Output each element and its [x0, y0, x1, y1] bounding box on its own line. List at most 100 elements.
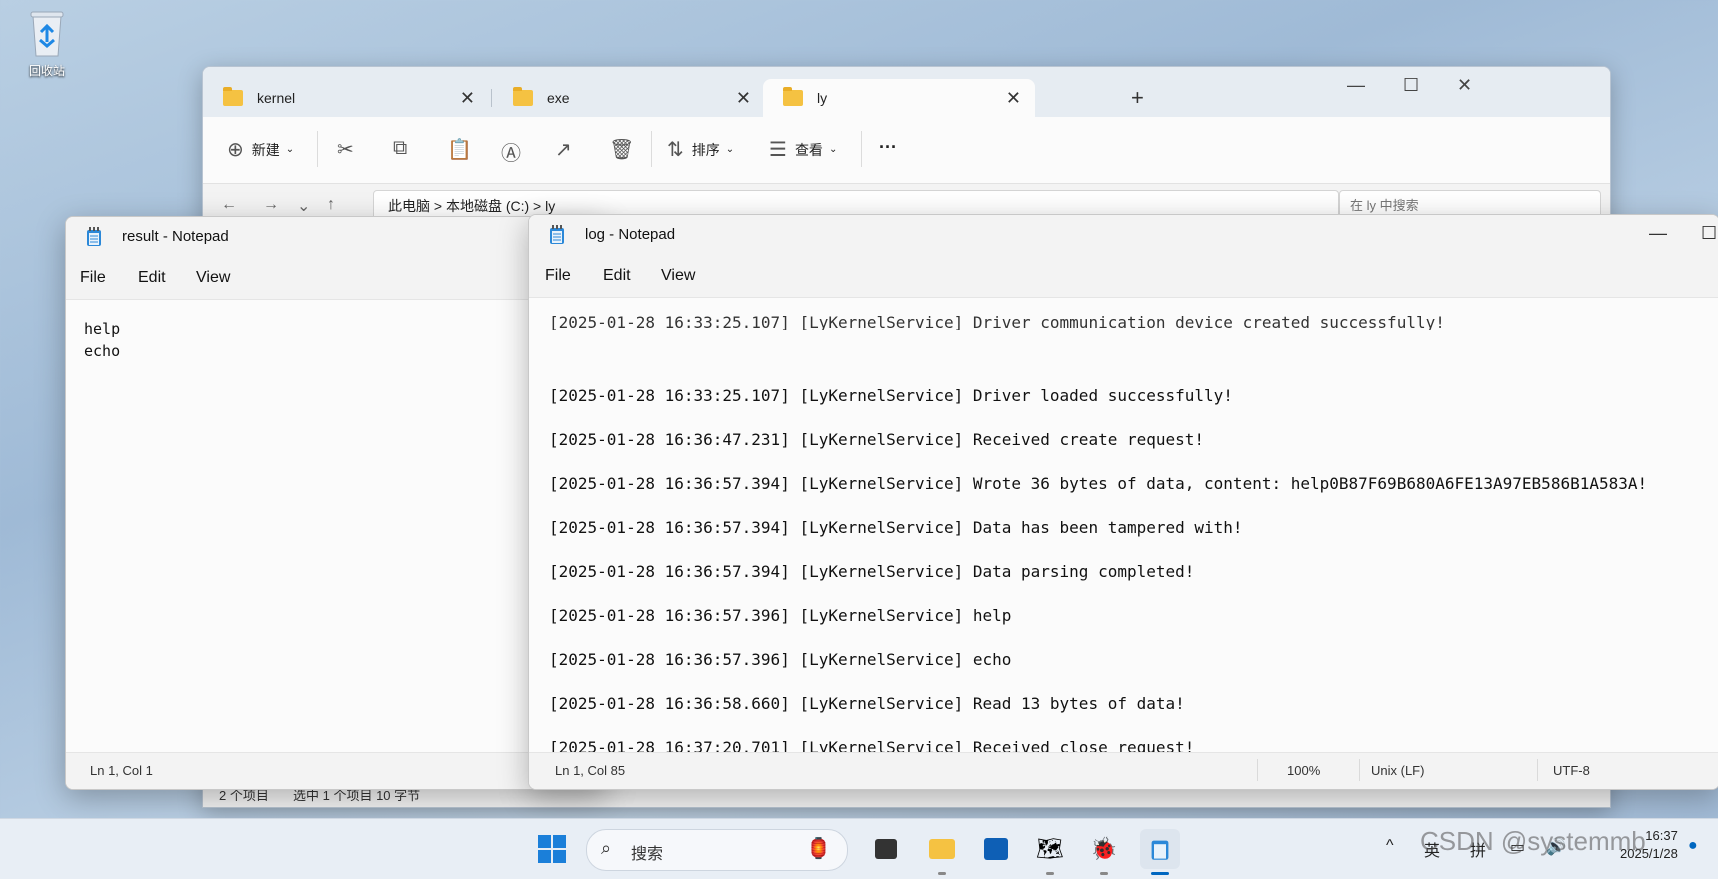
text-editor[interactable]: help echo	[66, 300, 606, 753]
plus-circle-icon: ⊕	[227, 139, 244, 161]
folder-icon	[513, 87, 533, 106]
new-tab-button[interactable]: +	[1131, 85, 1144, 111]
maximize-button[interactable]: ☐	[1701, 223, 1717, 244]
log-line-partial: [2025-01-28 16:33:25.107] [LyKernelServi…	[549, 316, 1445, 330]
share-icon: ↗	[555, 139, 572, 161]
running-indicator	[1046, 872, 1054, 875]
windows-logo-icon	[538, 835, 566, 863]
app-icon: 🗺	[1036, 836, 1064, 861]
start-button[interactable]	[532, 829, 572, 869]
list-view-icon: ☰	[769, 139, 787, 161]
sort-label: 排序	[691, 141, 720, 158]
taskbar-search[interactable]: ⌕ 搜索 🏮	[586, 829, 848, 871]
tab-label: kernel	[257, 90, 296, 106]
watermark: CSDN @systemmb	[1420, 826, 1646, 856]
close-tab-icon[interactable]: ✕	[736, 88, 751, 109]
window-title: log - Notepad	[585, 226, 676, 243]
minimize-button[interactable]: —	[1649, 223, 1667, 244]
line-ending[interactable]: Unix (LF)	[1371, 763, 1424, 778]
explorer-toolbar: ⊕ 新建 ⌄ ✂ ⧉ 📋 Ⓐ ↗ 🗑 ⇅ 排序 ⌄ ☰ 查看 ⌄ ···	[203, 117, 1610, 184]
toolbar-divider	[317, 131, 318, 167]
copy-button[interactable]: ⧉	[393, 137, 407, 160]
zoom-level[interactable]: 100%	[1287, 763, 1320, 778]
log-notepad-window: log - Notepad — ☐ File Edit View [2025-0…	[528, 214, 1718, 790]
explorer-tabbar: kernel ✕ exe ✕ ly ✕ + — ☐ ✕	[203, 67, 1610, 117]
tab-label: exe	[547, 90, 570, 106]
new-label: 新建	[251, 141, 280, 158]
tab-exe[interactable]: exe ✕	[493, 79, 765, 117]
minimize-button[interactable]: —	[1347, 75, 1365, 96]
view-button[interactable]: ☰ 查看 ⌄	[769, 137, 837, 162]
store-taskbar[interactable]	[976, 829, 1016, 869]
notepad-menubar: File Edit View	[66, 259, 606, 300]
share-button[interactable]: ↗	[555, 137, 572, 162]
task-view-icon	[875, 839, 897, 859]
task-view-button[interactable]	[866, 829, 906, 869]
log-line: [2025-01-28 16:36:57.396] [LyKernelServi…	[549, 650, 1012, 669]
back-arrow-icon[interactable]: ←	[221, 196, 237, 214]
tab-divider	[491, 89, 492, 107]
menu-file[interactable]: File	[545, 267, 571, 285]
view-label: 查看	[794, 141, 823, 158]
tab-label: ly	[817, 90, 828, 106]
folder-icon	[929, 839, 955, 859]
forward-arrow-icon[interactable]: →	[263, 196, 279, 214]
log-line: [2025-01-28 16:36:57.394] [LyKernelServi…	[549, 474, 1648, 493]
maximize-button[interactable]: ☐	[1403, 75, 1419, 96]
window-title: result - Notepad	[122, 228, 229, 245]
close-tab-icon[interactable]: ✕	[460, 88, 475, 109]
cursor-position: Ln 1, Col 1	[90, 763, 153, 778]
notepad-icon	[550, 225, 564, 244]
chevron-down-icon: ⌄	[285, 144, 295, 155]
result-notepad-window: result - Notepad File Edit View help ech…	[65, 216, 607, 790]
notepad-titlebar: log - Notepad — ☐	[529, 215, 1718, 257]
log-line: [2025-01-28 16:36:47.231] [LyKernelServi…	[549, 430, 1205, 449]
log-line: [2025-01-28 16:36:58.660] [LyKernelServi…	[549, 694, 1185, 713]
recent-chevron-icon[interactable]: ⌄	[297, 196, 310, 216]
delete-button[interactable]: 🗑	[609, 137, 634, 162]
tab-kernel[interactable]: kernel ✕	[203, 79, 489, 117]
folder-icon	[783, 87, 803, 106]
copy-icon: ⧉	[393, 137, 408, 159]
menu-file[interactable]: File	[80, 269, 106, 287]
running-indicator	[938, 872, 946, 875]
encoding[interactable]: UTF-8	[1553, 763, 1590, 778]
more-options-button[interactable]: ···	[879, 137, 897, 158]
toolbar-divider	[861, 131, 862, 167]
menu-view[interactable]: View	[661, 267, 695, 285]
bug-icon: 🐞	[1090, 836, 1118, 861]
status-divider	[1537, 759, 1538, 781]
close-tab-icon[interactable]: ✕	[1006, 88, 1021, 109]
paste-button[interactable]: 📋	[447, 137, 472, 162]
menu-view[interactable]: View	[196, 269, 230, 287]
notepad-titlebar: result - Notepad	[66, 217, 606, 259]
menu-edit[interactable]: Edit	[138, 269, 166, 287]
more-label: ···	[879, 137, 897, 157]
scissors-icon: ✂	[337, 139, 354, 161]
menu-edit[interactable]: Edit	[603, 267, 631, 285]
log-lines: [2025-01-28 16:33:25.107] [LyKernelServi…	[549, 374, 1718, 770]
status-divider	[1257, 759, 1258, 781]
text-editor[interactable]: [2025-01-28 16:33:25.107] [LyKernelServi…	[529, 298, 1718, 757]
app-taskbar-2[interactable]: 🐞	[1084, 829, 1124, 869]
up-arrow-icon[interactable]: ↑	[327, 196, 335, 214]
search-icon: ⌕	[601, 838, 612, 858]
cut-button[interactable]: ✂	[337, 137, 354, 162]
recycle-bin[interactable]: 回收站	[18, 8, 76, 79]
file-explorer-taskbar[interactable]	[922, 829, 962, 869]
app-taskbar-1[interactable]: 🗺	[1030, 829, 1070, 869]
show-hidden-icons[interactable]: ^	[1386, 837, 1394, 855]
notification-icon[interactable]: ●	[1688, 837, 1698, 855]
clipboard-icon: 📋	[447, 139, 472, 161]
cursor-position: Ln 1, Col 85	[555, 763, 626, 778]
toolbar-divider	[651, 131, 652, 167]
sort-icon: ⇅	[667, 139, 684, 161]
log-line: [2025-01-28 16:36:57.396] [LyKernelServi…	[549, 606, 1012, 625]
notepad-taskbar[interactable]	[1140, 829, 1180, 869]
sort-button[interactable]: ⇅ 排序 ⌄	[667, 137, 734, 162]
new-button[interactable]: ⊕ 新建 ⌄	[227, 137, 294, 162]
tab-ly[interactable]: ly ✕	[763, 79, 1035, 117]
store-icon	[984, 838, 1008, 860]
rename-button[interactable]: Ⓐ	[501, 137, 521, 166]
close-window-button[interactable]: ✕	[1457, 75, 1472, 96]
